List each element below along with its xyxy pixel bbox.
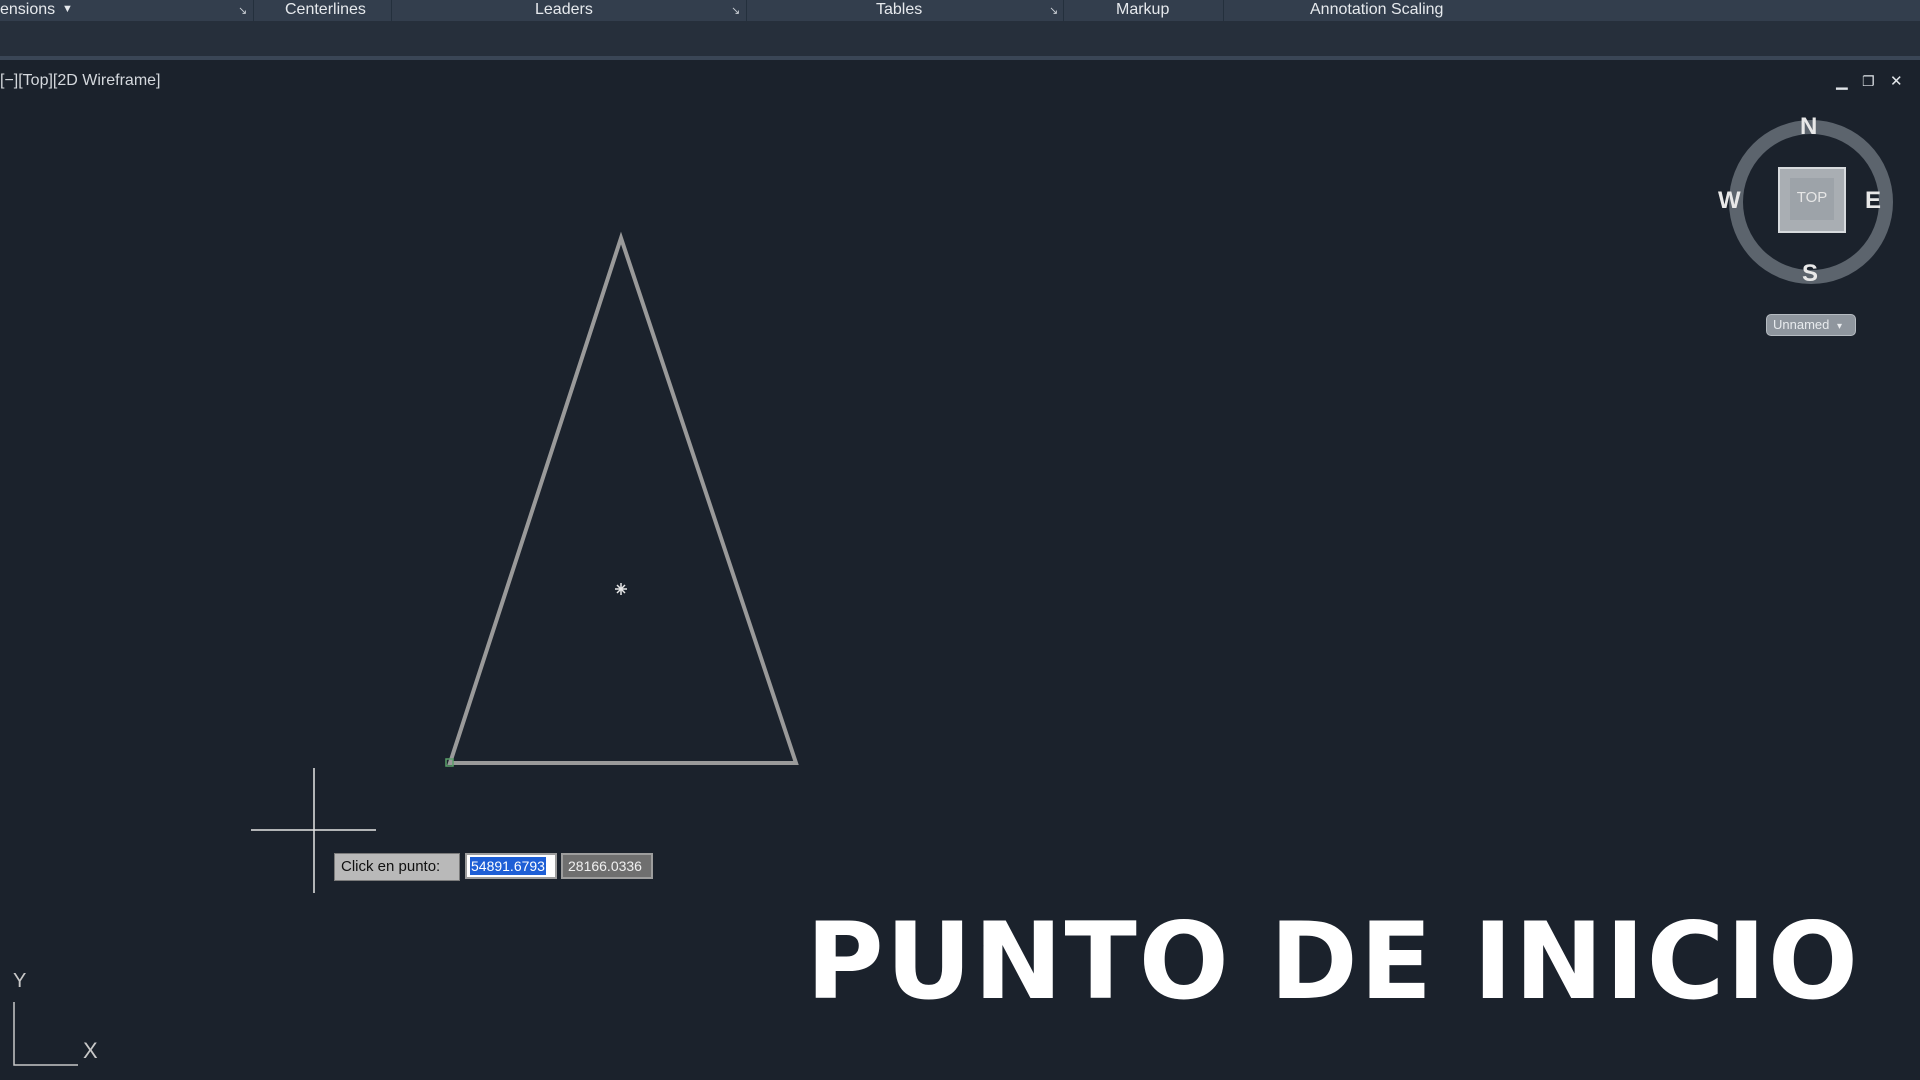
video-caption: PUNTO DE INICIO <box>806 900 1861 1023</box>
ucs-y-label: Y <box>13 970 27 992</box>
chevron-down-icon: ▾ <box>1837 321 1843 332</box>
ucs-menu-label: Unnamed <box>1773 317 1830 332</box>
compass-north[interactable]: N <box>1800 113 1817 141</box>
ucs-menu-button[interactable]: Unnamed ▾ <box>1766 314 1856 336</box>
compass-west[interactable]: W <box>1718 187 1741 215</box>
center-mark-icon <box>615 583 627 595</box>
compass-east[interactable]: E <box>1865 187 1881 215</box>
viewcube-face-label: TOP <box>1796 189 1828 206</box>
dynamic-input-prompt: Click en punto: <box>334 853 460 881</box>
triangle-shape[interactable] <box>447 231 799 765</box>
y-coordinate-input[interactable]: 28166.0336 <box>561 853 653 879</box>
x-coordinate-value: 54891.6793 <box>470 857 546 875</box>
x-coordinate-input[interactable]: 54891.6793 <box>465 853 557 879</box>
ucs-icon <box>13 1002 78 1066</box>
ucs-x-label: X <box>83 1038 98 1063</box>
compass-south[interactable]: S <box>1802 260 1818 288</box>
